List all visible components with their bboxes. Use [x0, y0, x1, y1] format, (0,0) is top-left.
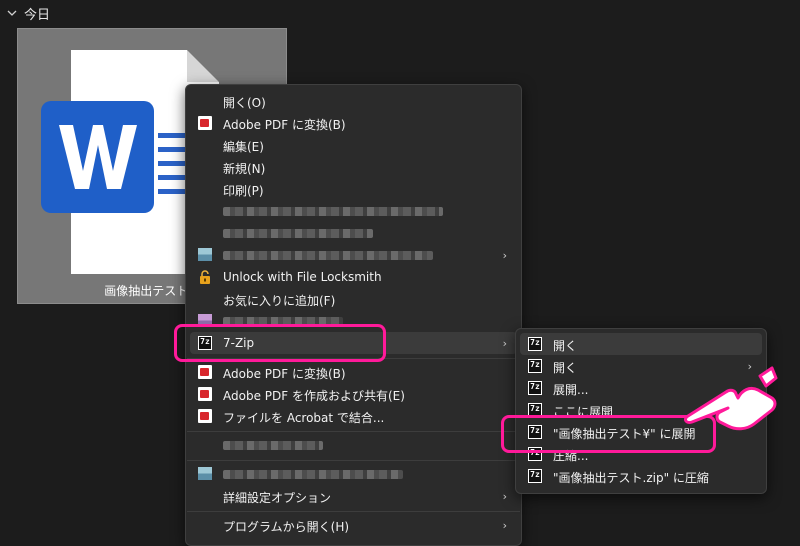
seven-zip-icon: 7z [528, 381, 542, 395]
menu-item-new[interactable]: 新規(N) [190, 156, 517, 178]
page-fold-icon [187, 50, 219, 82]
menu-item-advanced-options[interactable]: 詳細設定オプション › [190, 485, 517, 507]
redacted-icon [198, 248, 212, 261]
submenu-item-open[interactable]: 7z 開く [520, 333, 762, 355]
menu-item-adobe-convert[interactable]: Adobe PDF に変換(B) [190, 112, 517, 134]
menu-item-redacted-6[interactable] [190, 463, 517, 485]
highlight-7zip [174, 324, 386, 362]
redacted-text [223, 251, 433, 260]
menu-item-print[interactable]: 印刷(P) [190, 178, 517, 200]
chevron-right-icon: › [502, 249, 507, 262]
redacted-text [223, 207, 443, 216]
redacted-text [223, 470, 403, 479]
menu-item-unlock-locksmith[interactable]: Unlock with File Locksmith [190, 266, 517, 288]
acrobat-combine-icon [198, 409, 212, 423]
menu-item-redacted-3[interactable]: › [190, 244, 517, 266]
redacted-text [223, 229, 373, 238]
adobe-pdf-icon [198, 365, 212, 379]
menu-item-redacted-5[interactable] [190, 434, 517, 456]
menu-separator [187, 431, 520, 432]
menu-item-adobe-convert-2[interactable]: Adobe PDF に変換(B) [190, 361, 517, 383]
menu-separator [187, 511, 520, 512]
menu-item-redacted-2[interactable] [190, 222, 517, 244]
word-icon [41, 101, 154, 213]
menu-item-adobe-create-share[interactable]: Adobe PDF を作成および共有(E) [190, 383, 517, 405]
group-header-today[interactable]: 今日 [6, 2, 50, 24]
menu-item-open[interactable]: 開く(O) [190, 90, 517, 112]
submenu-item-compress-zip[interactable]: 7z "画像抽出テスト.zip" に圧縮 [520, 465, 762, 487]
group-header-label: 今日 [24, 7, 51, 23]
menu-item-open-with[interactable]: プログラムから開く(H) › [190, 514, 517, 536]
chevron-down-icon [7, 10, 17, 16]
menu-separator [187, 460, 520, 461]
lock-icon [200, 270, 210, 284]
seven-zip-icon: 7z [528, 469, 542, 483]
redacted-icon [198, 467, 212, 480]
seven-zip-icon: 7z [528, 359, 542, 373]
menu-item-add-favorite[interactable]: お気に入りに追加(F) [190, 288, 517, 310]
redacted-text [223, 441, 323, 450]
chevron-right-icon: › [502, 337, 507, 350]
menu-item-redacted-1[interactable] [190, 200, 517, 222]
chevron-right-icon: › [502, 490, 507, 503]
adobe-pdf-icon [198, 116, 212, 130]
adobe-pdf-share-icon [198, 387, 212, 401]
pointing-hand-icon [684, 366, 778, 431]
chevron-right-icon: › [502, 519, 507, 532]
menu-item-acrobat-combine[interactable]: ファイルを Acrobat で結合... [190, 405, 517, 427]
menu-item-edit[interactable]: 編集(E) [190, 134, 517, 156]
context-menu: 開く(O) Adobe PDF に変換(B) 編集(E) 新規(N) 印刷(P)… [185, 84, 522, 546]
seven-zip-icon: 7z [528, 337, 542, 351]
